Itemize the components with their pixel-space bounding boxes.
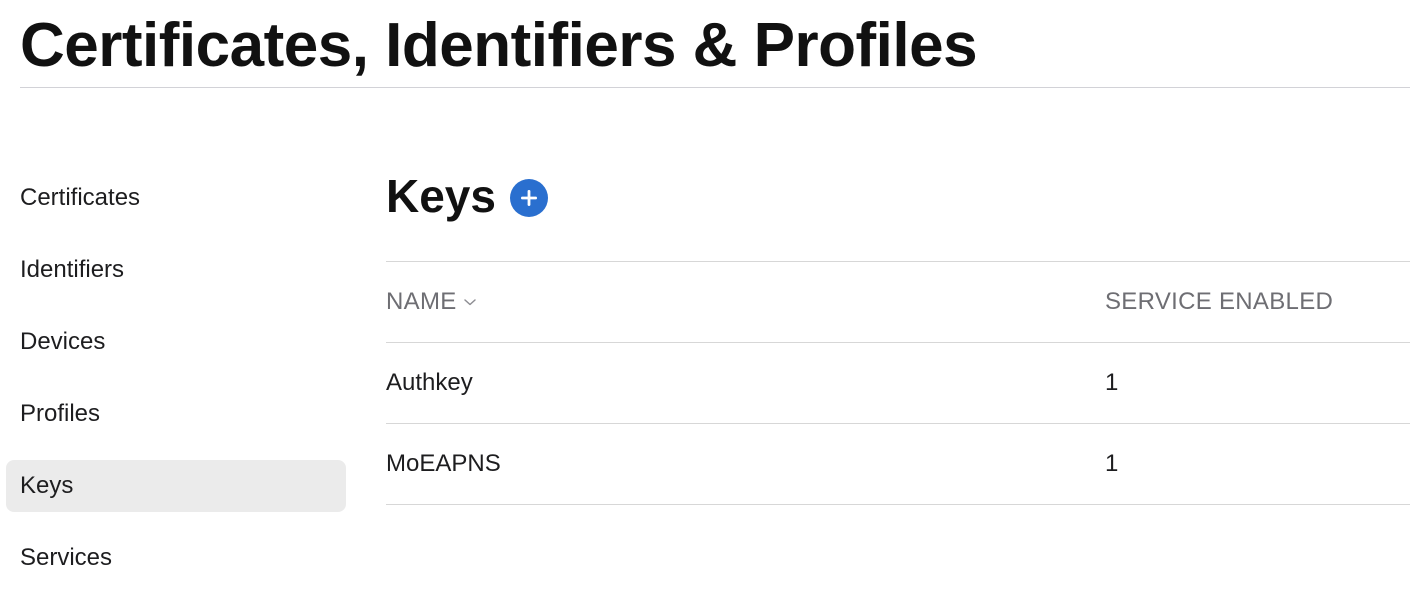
keys-table: NAME SERVICE ENABLED Authkey 1 MoEAPNS 1 — [386, 261, 1410, 505]
column-header-service-enabled: SERVICE ENABLED — [1105, 262, 1333, 342]
sidebar-item-label: Services — [20, 544, 113, 571]
table-row[interactable]: Authkey 1 — [386, 343, 1410, 424]
add-key-button[interactable] — [509, 179, 548, 217]
column-header-label: SERVICE ENABLED — [1105, 288, 1334, 315]
sidebar-item-label: Keys — [20, 472, 74, 499]
page-header: Certificates, Identifiers & Profiles — [20, 0, 1410, 88]
sidebar-item-certificates[interactable]: Certificates — [6, 172, 346, 224]
sidebar-item-services[interactable]: Services — [6, 532, 346, 584]
plus-circle-icon — [520, 190, 537, 206]
sidebar: Certificates Identifiers Devices Profile… — [6, 172, 346, 604]
cell-service-enabled: 1 — [1105, 424, 1118, 504]
key-name: Authkey — [386, 369, 473, 396]
key-name: MoEAPNS — [386, 450, 501, 477]
main-content: Keys NAME SERVICE ENABLED Authkey 1 MoEA… — [386, 160, 1410, 505]
cell-service-enabled: 1 — [1105, 343, 1118, 423]
column-header-name[interactable]: NAME — [386, 262, 477, 342]
table-row[interactable]: MoEAPNS 1 — [386, 424, 1410, 505]
sidebar-item-label: Certificates — [20, 184, 141, 211]
sidebar-item-keys[interactable]: Keys — [6, 460, 346, 512]
sidebar-item-label: Profiles — [20, 400, 101, 427]
sidebar-item-label: Identifiers — [20, 256, 125, 283]
sidebar-item-identifiers[interactable]: Identifiers — [6, 244, 346, 296]
sidebar-item-profiles[interactable]: Profiles — [6, 388, 346, 440]
service-enabled-count: 1 — [1105, 450, 1119, 477]
sidebar-item-devices[interactable]: Devices — [6, 316, 346, 368]
section-title-row: Keys — [386, 160, 1410, 232]
cell-name: Authkey — [386, 343, 473, 423]
service-enabled-count: 1 — [1105, 369, 1119, 396]
column-header-label: NAME — [386, 288, 457, 315]
page-title: Certificates, Identifiers & Profiles — [20, 11, 978, 80]
cell-name: MoEAPNS — [386, 424, 501, 504]
sidebar-item-label: Devices — [20, 328, 106, 355]
section-title: Keys — [386, 170, 496, 222]
chevron-down-icon[interactable] — [463, 297, 477, 307]
table-header: NAME SERVICE ENABLED — [386, 262, 1410, 343]
